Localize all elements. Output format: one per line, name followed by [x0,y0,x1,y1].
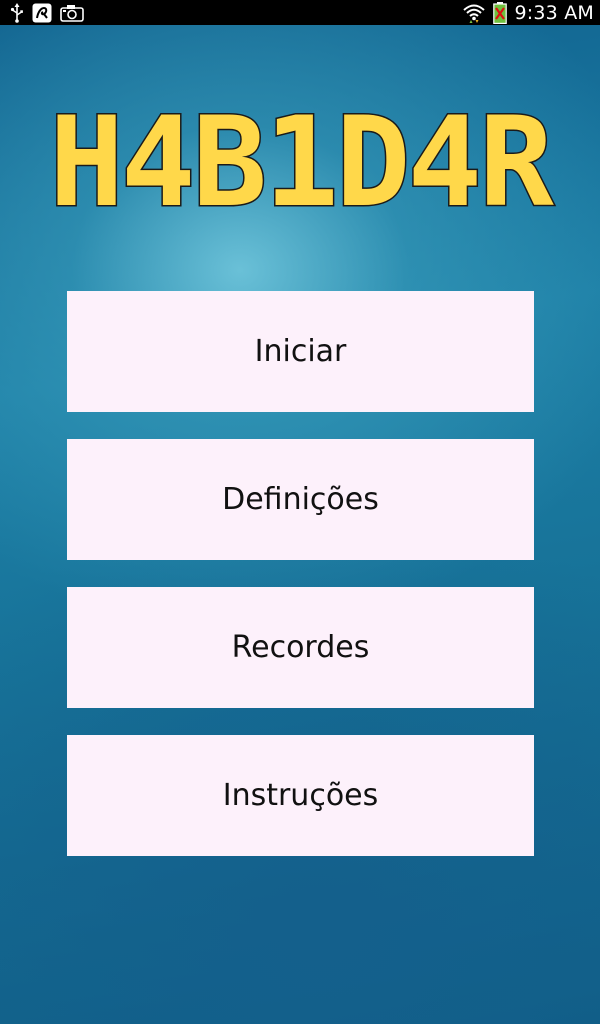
usb-icon [10,0,24,25]
wifi-icon [462,0,485,25]
app-logo: H4B1D4R [48,95,559,225]
settings-button[interactable]: Definições [67,439,534,560]
start-button[interactable]: Iniciar [67,291,534,412]
avast-icon [32,0,52,25]
instructions-button[interactable]: Instruções [67,735,534,856]
battery-icon [492,0,507,25]
app-title: H4B1D4R [49,95,554,225]
status-time: 9:33 AM [514,1,594,24]
camera-icon [60,0,84,25]
status-right: 9:33 AM [462,0,595,25]
main-menu: Iniciar Definições Recordes Instruções [67,291,534,883]
status-bar: 9:33 AM [0,0,600,25]
records-button[interactable]: Recordes [67,587,534,708]
status-left [10,0,84,25]
